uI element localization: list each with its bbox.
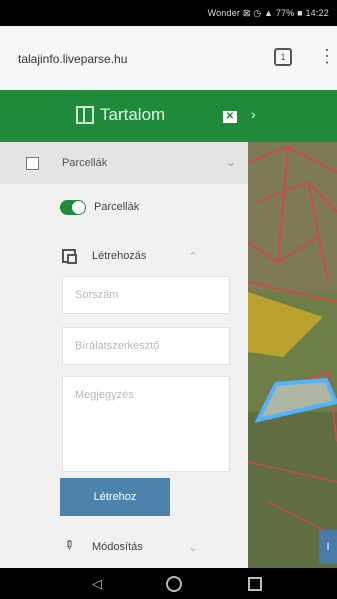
sorszam-input[interactable]: Sorszám xyxy=(62,276,230,314)
pencil-icon: ✎ xyxy=(60,536,78,554)
chevron-down-icon[interactable]: ⌄ xyxy=(188,541,197,554)
layer-panel: Parcellák ⌄ Parcellák Létrehozás ⌃ Sorsz… xyxy=(0,142,248,568)
toggle-knob xyxy=(72,201,85,214)
browser-url-bar: talajinfo.liveparse.hu 1 ⋮ xyxy=(0,26,337,91)
recent-apps-icon[interactable] xyxy=(248,577,262,591)
home-icon[interactable] xyxy=(166,576,182,592)
create-button[interactable]: Létrehoz xyxy=(60,478,170,516)
layer-group-checkbox[interactable] xyxy=(26,157,39,170)
modify-section-label[interactable]: Módosítás xyxy=(92,541,143,553)
android-nav-bar: ◁ xyxy=(0,568,337,599)
chevron-up-icon[interactable]: ⌃ xyxy=(188,250,197,263)
back-icon[interactable]: ◁ xyxy=(92,576,102,592)
layer-toggle-label: Parcellák xyxy=(94,201,140,213)
layer-group-row[interactable]: Parcellák ⌄ xyxy=(0,142,248,184)
more-vert-icon[interactable]: ⋮ xyxy=(318,46,336,67)
status-bar: Wonder ⊠ ◷ ▲ 77% ■ 14:22 xyxy=(0,0,337,26)
status-text: Wonder ⊠ ◷ ▲ 77% ■ 14:22 xyxy=(207,8,329,18)
biralat-input[interactable]: Bírálatszerkesztő xyxy=(62,327,230,365)
satellite-map[interactable] xyxy=(248,142,337,568)
layer-group-label: Parcellák xyxy=(62,157,108,169)
tabs-icon[interactable]: 1 xyxy=(274,48,292,66)
map-view[interactable] xyxy=(248,142,337,568)
toc-header: Tartalom ✕ › xyxy=(0,90,337,142)
close-icon[interactable]: ✕ xyxy=(223,111,237,123)
create-icon xyxy=(62,249,77,264)
layer-visibility-toggle[interactable] xyxy=(60,200,86,215)
chevron-right-icon[interactable]: › xyxy=(251,106,256,122)
chevron-down-icon[interactable]: ⌄ xyxy=(226,155,236,169)
megjegyzes-textarea[interactable]: Megjegyzés xyxy=(62,376,230,472)
map-tool-button[interactable]: I xyxy=(319,530,337,564)
toc-title: Tartalom xyxy=(100,105,166,124)
url-text[interactable]: talajinfo.liveparse.hu xyxy=(18,52,127,66)
table-of-contents-icon xyxy=(76,106,94,124)
create-section-label[interactable]: Létrehozás xyxy=(92,250,146,262)
